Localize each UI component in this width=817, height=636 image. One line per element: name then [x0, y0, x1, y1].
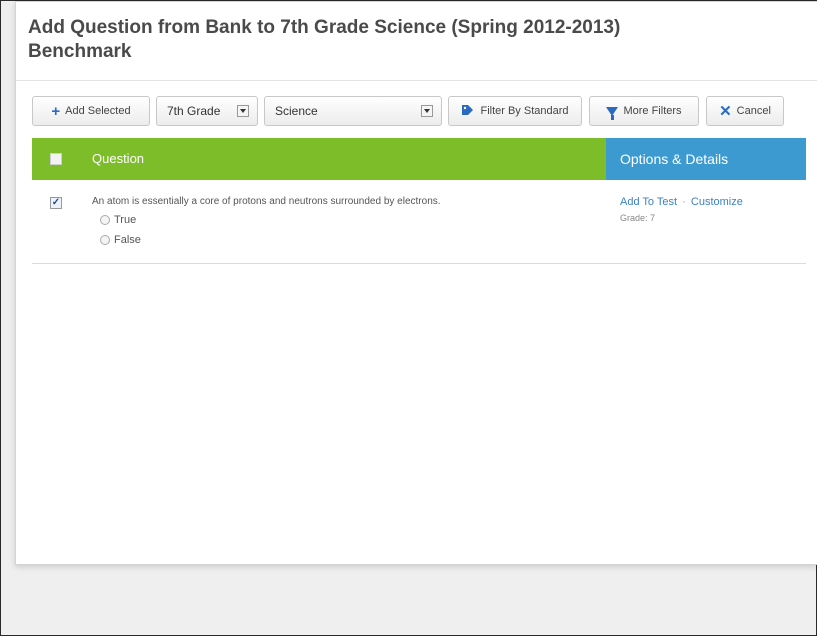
radio-icon	[100, 235, 110, 245]
dropdown-arrow-icon	[237, 105, 249, 117]
table-header: Question Options & Details	[32, 138, 806, 180]
cancel-button[interactable]: ✕ Cancel	[706, 96, 784, 126]
options-column-header: Options & Details	[606, 138, 806, 180]
question-column-header: Question	[32, 138, 606, 180]
add-selected-button[interactable]: + Add Selected	[32, 96, 150, 126]
window-frame: 2 Add Question from Bank to 7th Grade Sc…	[0, 0, 817, 636]
link-separator: ·	[682, 196, 686, 208]
title-divider	[16, 80, 817, 81]
more-filters-button[interactable]: More Filters	[589, 96, 699, 126]
grade-label: Grade: 7	[620, 213, 656, 223]
answer-option-false[interactable]: False	[100, 234, 141, 246]
row-actions: Add To Test · Customize	[620, 196, 743, 208]
table-row: An atom is essentially a core of protons…	[32, 180, 806, 264]
answer-option-true[interactable]: True	[100, 214, 136, 226]
funnel-icon	[606, 106, 619, 120]
dialog-title: Add Question from Bank to 7th Grade Scie…	[28, 17, 621, 62]
subject-select[interactable]: Science	[264, 96, 442, 126]
answer-option-label: False	[114, 234, 141, 246]
subject-select-value: Science	[275, 104, 318, 118]
options-header-label: Options & Details	[620, 151, 729, 167]
tag-icon	[461, 104, 475, 119]
filter-by-standard-button[interactable]: Filter By Standard	[448, 96, 582, 126]
customize-link[interactable]: Customize	[691, 196, 743, 208]
select-all-checkbox[interactable]	[50, 153, 62, 165]
add-to-test-link[interactable]: Add To Test	[620, 196, 677, 208]
x-icon: ✕	[719, 102, 732, 120]
answer-option-label: True	[114, 214, 137, 226]
radio-icon	[100, 215, 110, 225]
filter-by-standard-label: Filter By Standard	[480, 105, 569, 117]
question-header-label: Question	[92, 151, 145, 166]
cancel-label: Cancel	[736, 105, 771, 117]
add-selected-label: Add Selected	[65, 105, 131, 117]
add-question-dialog: Add Question from Bank to 7th Grade Scie…	[15, 1, 817, 565]
question-text: An atom is essentially a core of protons…	[92, 196, 441, 207]
grade-select-value: 7th Grade	[167, 104, 221, 118]
grade-select[interactable]: 7th Grade	[156, 96, 258, 126]
more-filters-label: More Filters	[623, 105, 682, 117]
dropdown-arrow-icon	[421, 105, 433, 117]
row-checkbox[interactable]	[50, 197, 62, 209]
plus-icon: +	[51, 102, 61, 120]
